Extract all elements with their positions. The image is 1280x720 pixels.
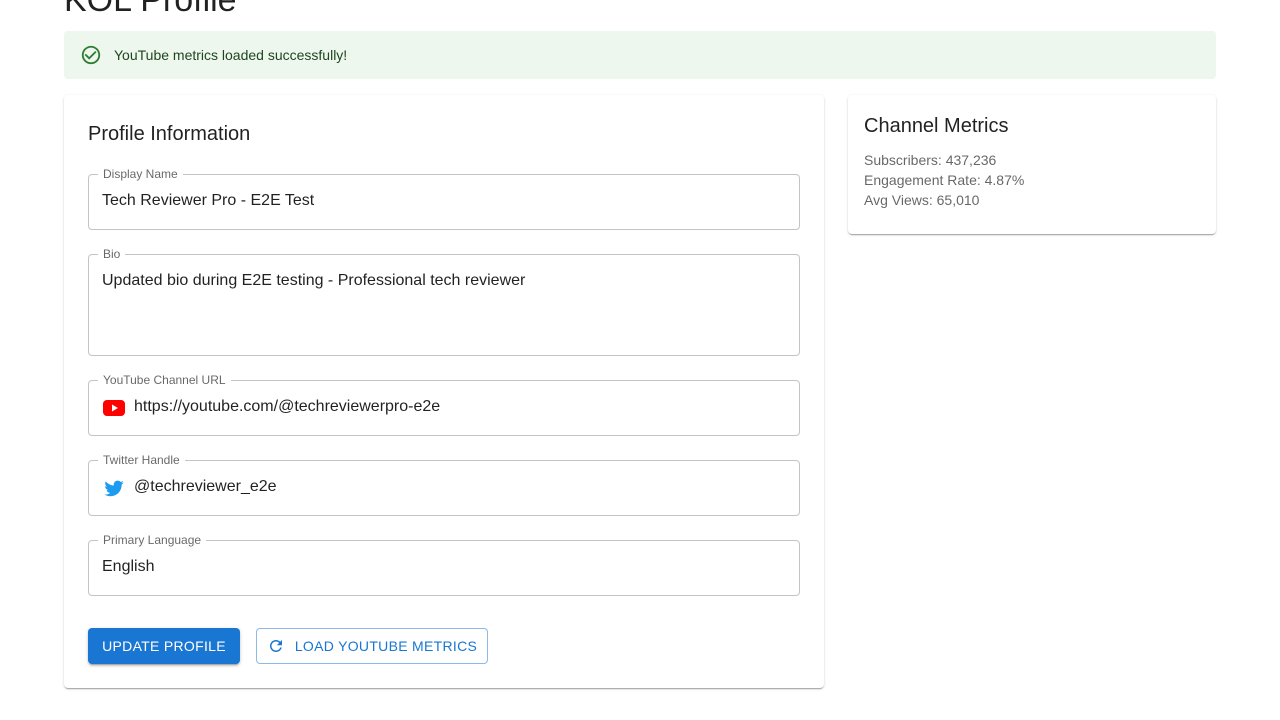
display-name-input[interactable]: Tech Reviewer Pro - E2E Test bbox=[102, 192, 314, 210]
twitter-handle-field[interactable]: Twitter Handle @techreviewer_e2e bbox=[88, 453, 800, 516]
channel-metrics-title: Channel Metrics bbox=[864, 115, 1009, 137]
display-name-field[interactable]: Display Name Tech Reviewer Pro - E2E Tes… bbox=[88, 167, 800, 230]
youtube-url-field[interactable]: YouTube Channel URL https://youtube.com/… bbox=[88, 373, 800, 436]
profile-card: Profile Information Display Name Tech Re… bbox=[64, 95, 824, 688]
alert-message: YouTube metrics loaded successfully! bbox=[114, 47, 348, 63]
avg-views-metric: Avg Views: 65,010 bbox=[864, 192, 980, 208]
page-title: KOL Profile bbox=[64, 0, 237, 19]
primary-language-label: Primary Language bbox=[98, 533, 207, 547]
profile-card-title: Profile Information bbox=[88, 123, 251, 145]
primary-language-field[interactable]: Primary Language English bbox=[88, 533, 800, 596]
bio-label: Bio bbox=[98, 247, 126, 261]
twitter-icon bbox=[102, 476, 126, 500]
bio-textarea[interactable]: Updated bio during E2E testing - Profess… bbox=[102, 272, 525, 290]
display-name-label: Display Name bbox=[98, 167, 183, 181]
engagement-rate-metric: Engagement Rate: 4.87% bbox=[864, 172, 1025, 188]
primary-language-input[interactable]: English bbox=[102, 558, 154, 576]
youtube-icon bbox=[102, 396, 126, 420]
youtube-url-label: YouTube Channel URL bbox=[98, 373, 231, 387]
success-alert: YouTube metrics loaded successfully! bbox=[64, 31, 1216, 79]
twitter-handle-label: Twitter Handle bbox=[98, 453, 185, 467]
update-profile-button[interactable]: UPDATE PROFILE bbox=[88, 628, 240, 664]
youtube-url-input[interactable]: https://youtube.com/@techreviewerpro-e2e bbox=[134, 398, 440, 416]
load-youtube-metrics-label: LOAD YOUTUBE METRICS bbox=[294, 638, 478, 654]
load-youtube-metrics-button[interactable]: LOAD YOUTUBE METRICS bbox=[256, 628, 488, 664]
bio-field[interactable]: Bio Updated bio during E2E testing - Pro… bbox=[88, 247, 800, 356]
subscribers-metric: Subscribers: 437,236 bbox=[864, 152, 997, 168]
twitter-handle-input[interactable]: @techreviewer_e2e bbox=[134, 478, 277, 496]
channel-metrics-card: Channel Metrics Subscribers: 437,236 Eng… bbox=[848, 95, 1216, 234]
check-circle-icon bbox=[80, 44, 102, 66]
refresh-icon bbox=[267, 637, 285, 655]
